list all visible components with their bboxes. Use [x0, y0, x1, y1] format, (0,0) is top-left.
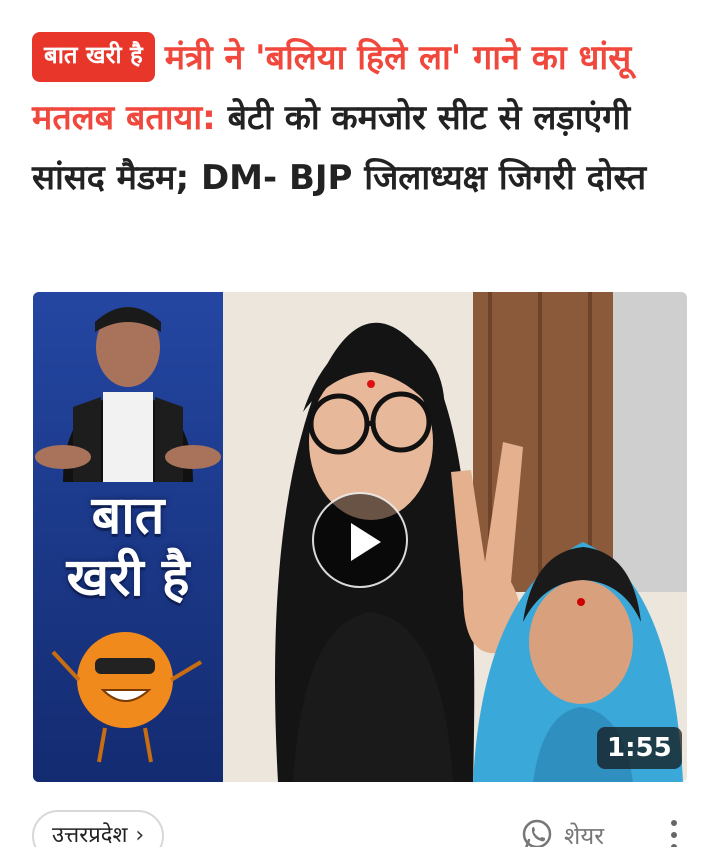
category-label: उत्तरप्रदेश	[52, 823, 128, 847]
whatsapp-icon	[522, 819, 552, 847]
share-label: शेयर	[564, 821, 605, 847]
headline[interactable]: बात खरी है मंत्री ने 'बलिया हिले ला' गाने…	[32, 28, 692, 208]
headline-badge: बात खरी है	[32, 32, 155, 82]
video-duration: 1:55	[597, 727, 682, 769]
caption-line-1: बात	[91, 486, 165, 546]
chevron-right-icon: ›	[135, 823, 145, 847]
category-chip[interactable]: उत्तरप्रदेश ›	[32, 810, 165, 847]
more-vertical-icon[interactable]	[668, 820, 680, 847]
play-icon[interactable]	[312, 492, 408, 588]
share-button[interactable]: शेयर	[520, 818, 604, 847]
caption-line-2: खरी है	[66, 548, 190, 608]
thumbnail-caption: बात खरी है	[33, 485, 223, 609]
story-footer: उत्तरप्रदेश › शेयर	[32, 808, 692, 847]
